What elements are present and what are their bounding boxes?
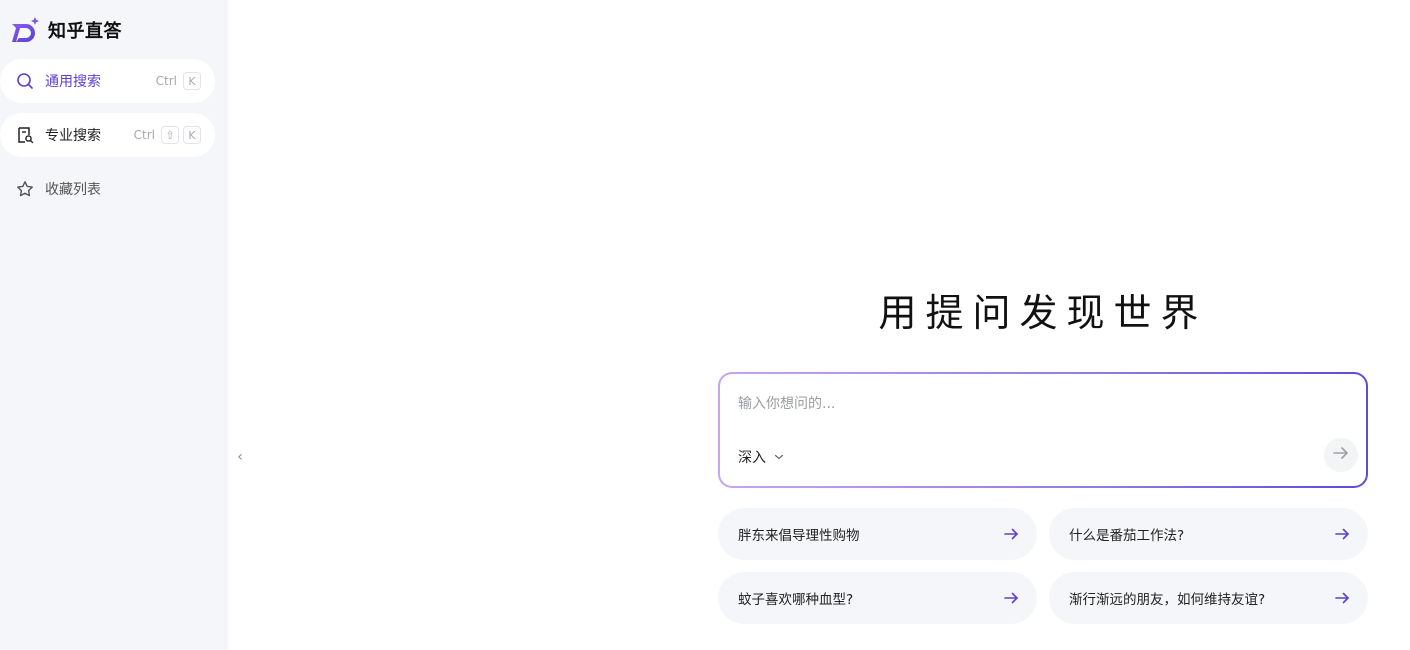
search-box-inner: 深入: [720, 374, 1366, 486]
suggestion-text: 胖东来倡导理性购物: [738, 528, 860, 544]
arrow-right-icon: [1003, 526, 1019, 542]
arrow-right-icon: [1334, 590, 1350, 606]
shortcut-ctrl: Ctrl: [133, 128, 155, 142]
arrow-right-icon: [1334, 526, 1350, 542]
search-icon: [15, 71, 35, 91]
suggestion-text: 渐行渐远的朋友，如何维持友谊?: [1069, 592, 1266, 608]
search-input[interactable]: [738, 392, 1298, 416]
suggestion-text: 蚊子喜欢哪种血型?: [738, 592, 854, 608]
shortcut-key: K: [183, 126, 201, 144]
shortcut-hint: Ctrl ⇧ K: [134, 126, 201, 144]
sidebar-item-label: 通用搜索: [45, 74, 101, 90]
chevron-down-icon: [774, 452, 784, 462]
sidebar-item-label: 专业搜索: [45, 128, 101, 144]
app-name: 知乎直答: [48, 21, 122, 42]
shortcut-ctrl: Ctrl: [155, 74, 177, 88]
suggestion-text: 什么是番茄工作法?: [1069, 528, 1185, 544]
shortcut-hint: Ctrl K: [156, 72, 201, 90]
sidebar-item-general-search[interactable]: 通用搜索 Ctrl K: [0, 59, 215, 103]
document-search-icon: [15, 125, 35, 145]
suggestion-chip[interactable]: 渐行渐远的朋友，如何维持友谊?: [1049, 572, 1368, 624]
page-title: 用提问发现世界: [878, 291, 1208, 335]
search-box: 深入: [718, 372, 1368, 488]
app-logo[interactable]: 知乎直答: [10, 14, 122, 46]
shortcut-key: K: [183, 72, 201, 90]
suggestion-chip[interactable]: 胖东来倡导理性购物: [718, 508, 1037, 560]
search-mode-label: 深入: [738, 450, 766, 466]
sidebar: 知乎直答 通用搜索 Ctrl K 专业搜索 Ctrl ⇧ K 收藏列表: [0, 0, 228, 650]
arrow-right-icon: [1003, 590, 1019, 606]
sidebar-item-pro-search[interactable]: 专业搜索 Ctrl ⇧ K: [0, 113, 215, 157]
search-mode-dropdown[interactable]: 深入: [738, 446, 784, 468]
suggestion-chip[interactable]: 蚊子喜欢哪种血型?: [718, 572, 1037, 624]
star-icon: [15, 179, 35, 199]
submit-button[interactable]: [1324, 438, 1358, 472]
suggestion-chip[interactable]: 什么是番茄工作法?: [1049, 508, 1368, 560]
sidebar-item-label: 收藏列表: [45, 182, 101, 198]
collapse-sidebar-button[interactable]: ‹: [234, 447, 246, 467]
sidebar-item-favorites[interactable]: 收藏列表: [0, 167, 215, 211]
arrow-right-icon: [1332, 444, 1350, 466]
shortcut-shift: ⇧: [161, 126, 179, 144]
zhida-logo-icon: [10, 15, 40, 45]
